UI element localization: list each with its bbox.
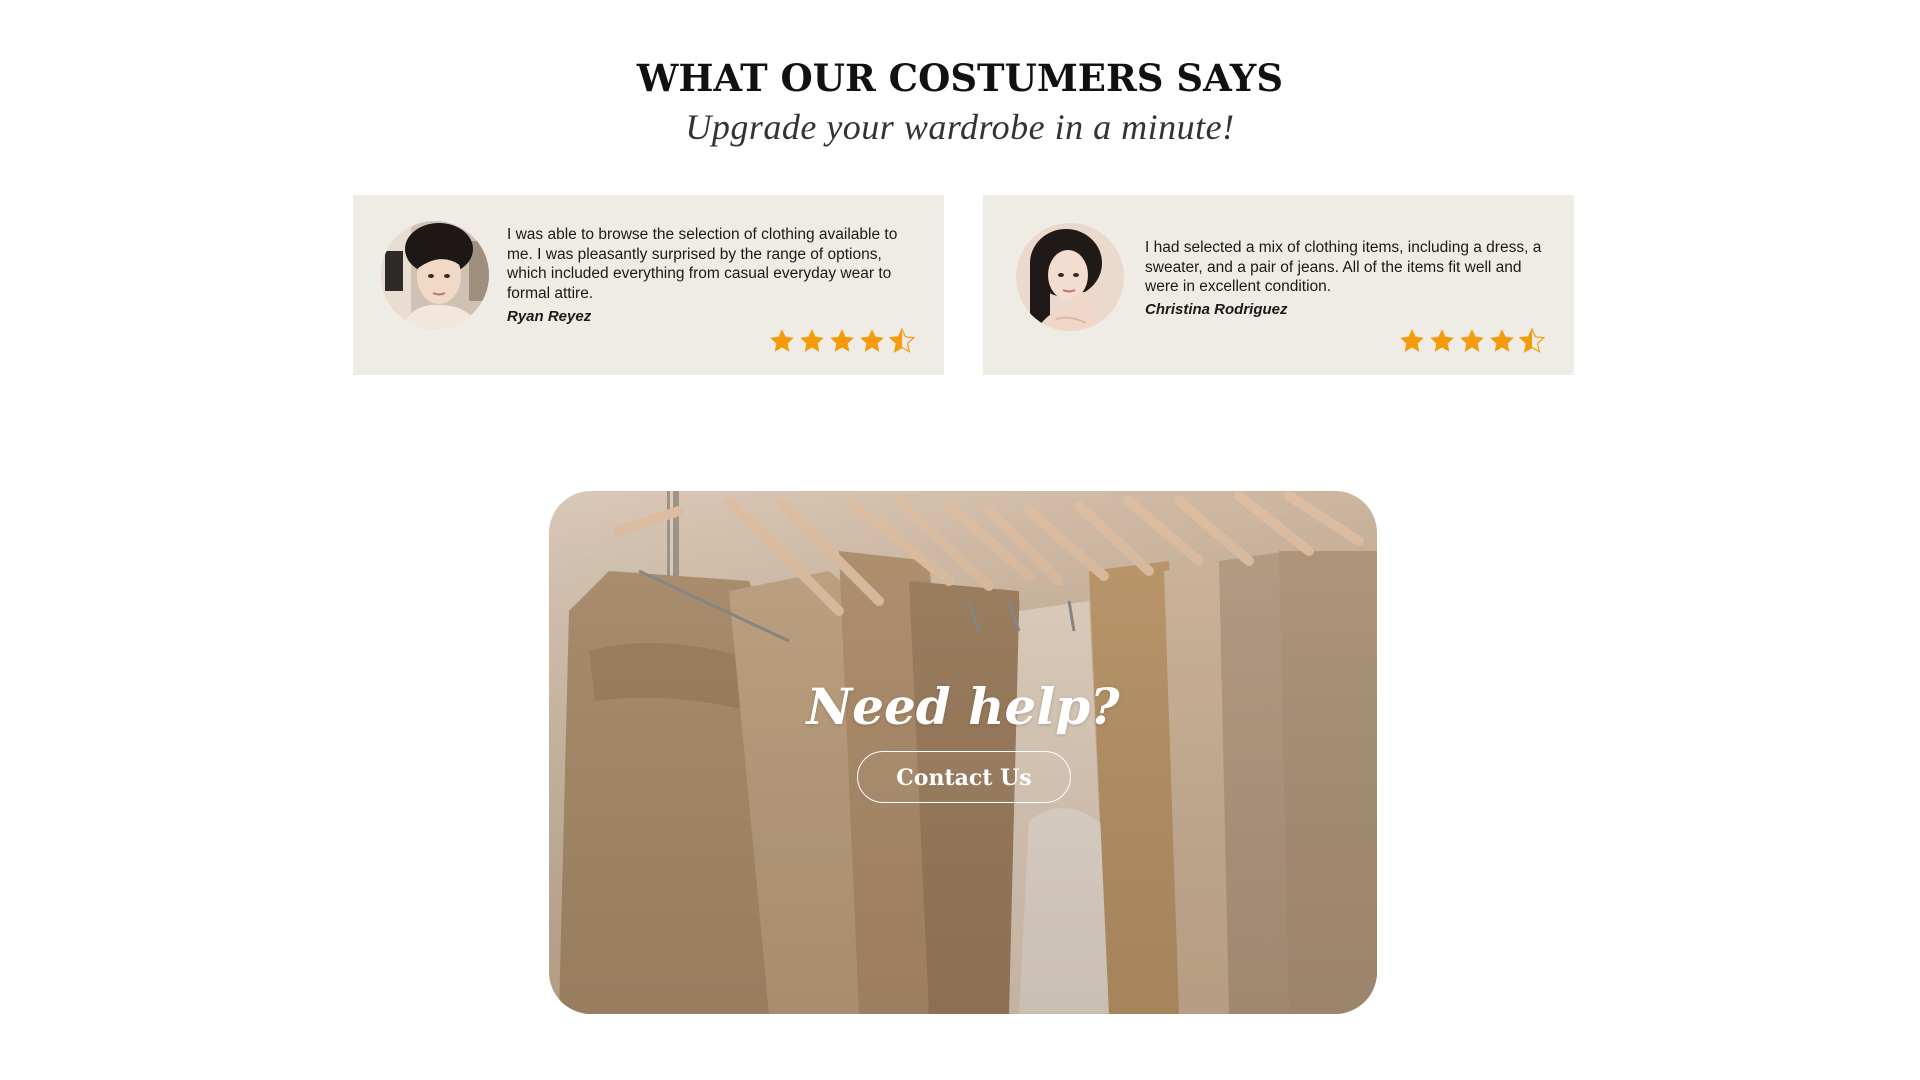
rating-stars [768, 327, 916, 355]
section-subtitle: Upgrade your wardrobe in a minute! [685, 107, 1235, 147]
review-text: I had selected a mix of clothing items, … [1145, 239, 1542, 295]
half-star-icon [888, 327, 916, 353]
avatar [1016, 223, 1124, 331]
contact-us-button[interactable]: Contact Us [857, 751, 1071, 803]
star-icon [800, 329, 824, 352]
star-icon [1430, 329, 1454, 352]
section-title: WHAT OUR COSTUMERS SAYS [636, 56, 1284, 100]
help-banner: Need help? Contact Us [549, 491, 1377, 1014]
help-title: Need help? [806, 677, 1120, 736]
page: WHAT OUR COSTUMERS SAYS Upgrade your war… [0, 0, 1920, 1080]
star-icon [1460, 329, 1484, 352]
star-icon [860, 329, 884, 352]
review-card: I was able to browse the selection of cl… [353, 195, 944, 375]
review-text: I was able to browse the selection of cl… [507, 226, 898, 302]
reviewer-name: Christina Rodriguez [1145, 301, 1288, 318]
star-icon [830, 329, 854, 352]
star-icon [770, 329, 794, 352]
star-icon [1490, 329, 1514, 352]
star-icon [1400, 329, 1424, 352]
rating-stars [1398, 327, 1546, 355]
avatar [381, 221, 489, 329]
half-star-icon [1518, 327, 1546, 353]
review-card: I had selected a mix of clothing items, … [983, 195, 1574, 375]
avatar-photo [381, 221, 489, 329]
avatar-photo [1016, 223, 1124, 331]
reviewer-name: Ryan Reyez [507, 308, 592, 325]
